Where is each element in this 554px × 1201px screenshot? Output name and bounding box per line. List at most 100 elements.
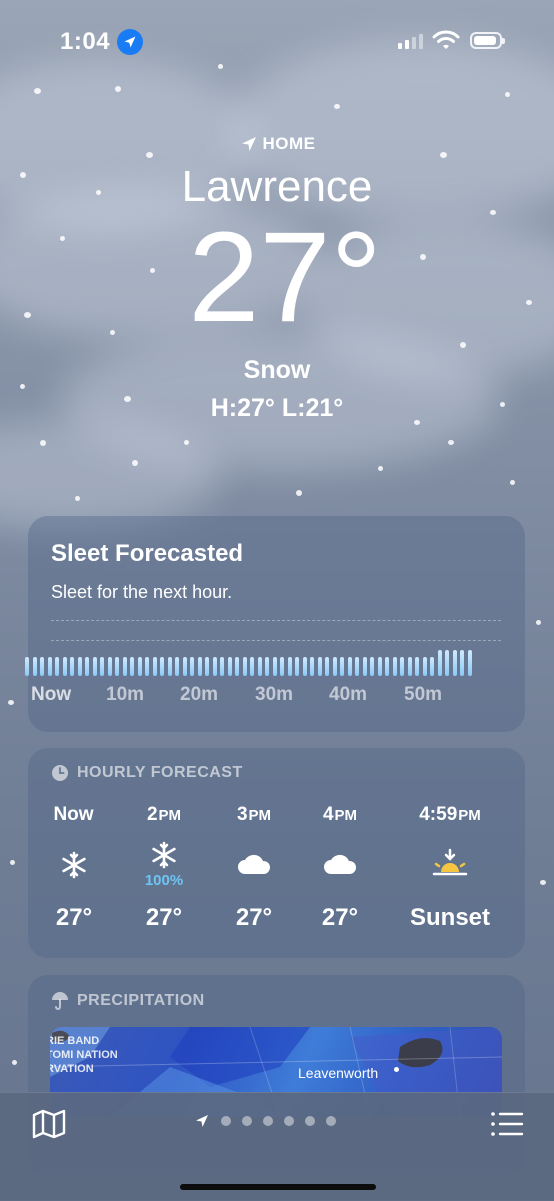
intensity-bar [47, 657, 52, 676]
intensity-bar [85, 657, 90, 676]
sleet-subtitle: Sleet for the next hour. [51, 582, 233, 602]
intensity-bar [280, 657, 285, 676]
intensity-bar [385, 657, 390, 676]
intensity-bar [340, 657, 345, 676]
map-button[interactable] [32, 1109, 66, 1144]
page-dot [263, 1116, 273, 1126]
status-time: 1:04 [60, 28, 111, 55]
intensity-bar [62, 657, 67, 676]
snowflake-icon [29, 850, 119, 880]
hour-temperature: 27° [145, 904, 183, 931]
hour-time: Now [53, 804, 94, 825]
intensity-bar [137, 657, 142, 676]
map-city-label: Leavenworth [298, 1065, 379, 1081]
intensity-bar [257, 657, 262, 676]
intensity-bar [460, 650, 465, 676]
map-icon [32, 1109, 66, 1139]
home-location-label: HOME [0, 134, 554, 154]
hour-time: 4:59PM [419, 804, 481, 825]
cellular-signal-icon [398, 34, 423, 49]
intensity-bar [190, 657, 195, 676]
hour-temperature: 27° [321, 904, 359, 931]
intensity-bar [242, 657, 247, 676]
locations-list-button[interactable] [490, 1111, 524, 1142]
intensity-bar [160, 657, 165, 676]
intensity-bar [100, 657, 105, 676]
wifi-icon [432, 30, 460, 55]
intensity-bar [265, 657, 270, 676]
intensity-bar [107, 657, 112, 676]
intensity-bar [115, 657, 120, 676]
hourly-heading-label: HOURLY FORECAST [77, 764, 243, 781]
current-temperature: 27° [188, 206, 382, 349]
intensity-bar [235, 657, 240, 676]
intensity-bar [220, 657, 225, 676]
intensity-bar [445, 650, 450, 676]
page-dot [221, 1116, 231, 1126]
minute-axis: Now 10m 20m 30m 40m 50m [23, 684, 473, 708]
intensity-bar [302, 657, 307, 676]
intensity-bar [415, 657, 420, 676]
intensity-bar [32, 657, 37, 676]
intensity-bar [40, 657, 45, 676]
map-label: TOMI NATION [50, 1049, 118, 1061]
intensity-bar [370, 657, 375, 676]
intensity-bar [25, 657, 30, 676]
location-active-icon [117, 29, 143, 55]
intensity-bar [317, 657, 322, 676]
hour-time: 4PM [322, 804, 358, 825]
intensity-bar [400, 657, 405, 676]
intensity-bar [55, 657, 60, 676]
page-indicator[interactable] [194, 1113, 336, 1129]
intensity-bar [452, 650, 457, 676]
home-label: HOME [262, 134, 316, 153]
intensity-bar [407, 657, 412, 676]
intensity-bar [227, 657, 232, 676]
precipitation-chance: 100% [144, 872, 184, 889]
high-low-temperature: H:27° L:21° [210, 394, 344, 422]
hourly-forecast-card[interactable]: HOURLY FORECAST Now 27° 2PM 100% 27° 3PM… [28, 748, 525, 958]
sleet-title: Sleet Forecasted [51, 540, 244, 567]
tick-now: Now [31, 684, 72, 705]
intensity-bar [130, 657, 135, 676]
page-dot [305, 1116, 315, 1126]
clock-icon [52, 765, 68, 781]
hour-temperature: Sunset [409, 904, 490, 931]
intensity-bar [437, 650, 442, 676]
map-label: RVATION [50, 1063, 94, 1075]
intensity-bar [250, 657, 255, 676]
map-label: RIE BAND [50, 1035, 100, 1047]
city-name: Lawrence [181, 162, 373, 211]
sunset-icon [396, 848, 504, 878]
list-icon [491, 1112, 524, 1136]
chart-gridline [51, 620, 501, 621]
intensity-bar [422, 657, 427, 676]
intensity-bar [377, 657, 382, 676]
page-dot [242, 1116, 252, 1126]
status-bar: 1:04 [0, 0, 554, 84]
intensity-bar [347, 657, 352, 676]
cloud-icon [295, 852, 385, 876]
intensity-bar [355, 657, 360, 676]
page-dot [284, 1116, 294, 1126]
current-location-page-icon [196, 1115, 208, 1127]
umbrella-icon [52, 992, 68, 1010]
precipitation-heading-label: PRECIPITATION [77, 992, 205, 1009]
tick-30m: 30m [255, 684, 294, 705]
battery-icon [470, 32, 505, 49]
intensity-bar [70, 657, 75, 676]
intensity-bar [467, 650, 472, 676]
intensity-bar [122, 657, 127, 676]
cloud-icon [209, 852, 299, 876]
intensity-bar [77, 657, 82, 676]
intensity-bar [197, 657, 202, 676]
intensity-bar [295, 657, 300, 676]
tick-20m: 20m [180, 684, 219, 705]
intensity-bar [287, 657, 292, 676]
precipitation-heading: PRECIPITATION [51, 991, 205, 1011]
tick-50m: 50m [404, 684, 443, 705]
hour-time: 2PM [146, 804, 182, 825]
home-indicator [180, 1184, 376, 1190]
intensity-bar [182, 657, 187, 676]
page-dot [326, 1116, 336, 1126]
